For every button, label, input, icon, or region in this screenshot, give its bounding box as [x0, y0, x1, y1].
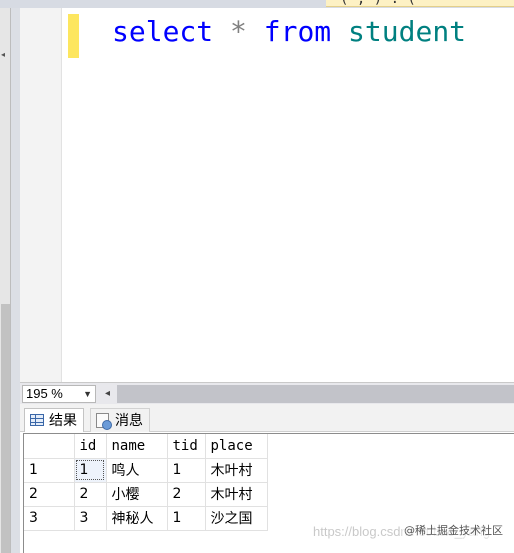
grid-cell-place[interactable]: 沙之国	[205, 506, 268, 531]
table-row[interactable]: 3 3 神秘人 1 沙之国	[24, 506, 268, 531]
watermark-badge: @稀土掘金技术社区	[402, 522, 505, 538]
left-vertical-scrollbar[interactable]: ◂	[0, 8, 11, 553]
table-name: student	[348, 15, 467, 48]
left-panel-edge	[11, 8, 20, 553]
column-header-place[interactable]: place	[205, 434, 268, 459]
grid-header-row: id name tid place	[24, 434, 268, 459]
zoom-value: 195 %	[26, 386, 63, 401]
editor-gutter	[20, 8, 62, 382]
results-tab-bar: 结果 消息	[20, 404, 514, 432]
messages-icon	[96, 413, 112, 430]
chevron-down-icon[interactable]: ▼	[83, 386, 92, 402]
scroll-left-icon[interactable]: ◂	[100, 385, 115, 403]
column-header-id[interactable]: id	[74, 434, 107, 459]
row-number[interactable]: 1	[24, 458, 75, 483]
column-header-name[interactable]: name	[106, 434, 168, 459]
grid-cell-id[interactable]: 2	[74, 482, 107, 507]
tab-messages[interactable]: 消息	[90, 408, 150, 432]
zoom-dropdown[interactable]: 195 % ▼	[22, 385, 96, 403]
query-editor[interactable]: select * from student	[20, 8, 514, 382]
left-scroll-thumb[interactable]	[1, 304, 10, 553]
results-grid[interactable]: id name tid place 1 1 鸣人 1 木叶村 2 2 小樱 2 …	[24, 434, 268, 531]
table-row[interactable]: 2 2 小樱 2 木叶村	[24, 482, 268, 507]
grid-cell-name[interactable]: 小樱	[106, 482, 168, 507]
row-number[interactable]: 3	[24, 506, 75, 531]
grid-cell-name[interactable]: 鸣人	[106, 458, 168, 483]
grid-icon	[30, 414, 44, 426]
keyword-from: from	[263, 15, 332, 48]
grid-cell-tid[interactable]: 1	[167, 506, 206, 531]
document-tab-label: ( , ) : (	[340, 0, 416, 6]
grid-cell-tid[interactable]: 2	[167, 482, 206, 507]
grid-cell-id[interactable]: 1	[74, 458, 107, 483]
tab-results[interactable]: 结果	[24, 408, 84, 432]
document-tab[interactable]: ( , ) : (	[326, 0, 514, 7]
scroll-arrow-icon[interactable]: ◂	[1, 50, 5, 59]
tab-messages-label: 消息	[115, 412, 143, 428]
column-header-tid[interactable]: tid	[167, 434, 206, 459]
table-row[interactable]: 1 1 鸣人 1 木叶村	[24, 458, 268, 483]
grid-cell-place[interactable]: 木叶村	[205, 458, 268, 483]
row-number[interactable]: 2	[24, 482, 75, 507]
editor-status-bar: 195 % ▼ ◂	[20, 382, 514, 404]
operator-star: *	[230, 15, 247, 48]
grid-cell-id[interactable]: 3	[74, 506, 107, 531]
code-line-1[interactable]: select * from student	[112, 14, 466, 50]
grid-cell-name[interactable]: 神秘人	[106, 506, 168, 531]
change-indicator-bar	[68, 14, 79, 58]
horizontal-scroll-thumb[interactable]	[117, 385, 514, 403]
grid-cell-place[interactable]: 木叶村	[205, 482, 268, 507]
keyword-select: select	[112, 15, 214, 48]
row-number-header[interactable]	[24, 434, 75, 459]
tab-results-label: 结果	[49, 412, 77, 428]
grid-cell-tid[interactable]: 1	[167, 458, 206, 483]
